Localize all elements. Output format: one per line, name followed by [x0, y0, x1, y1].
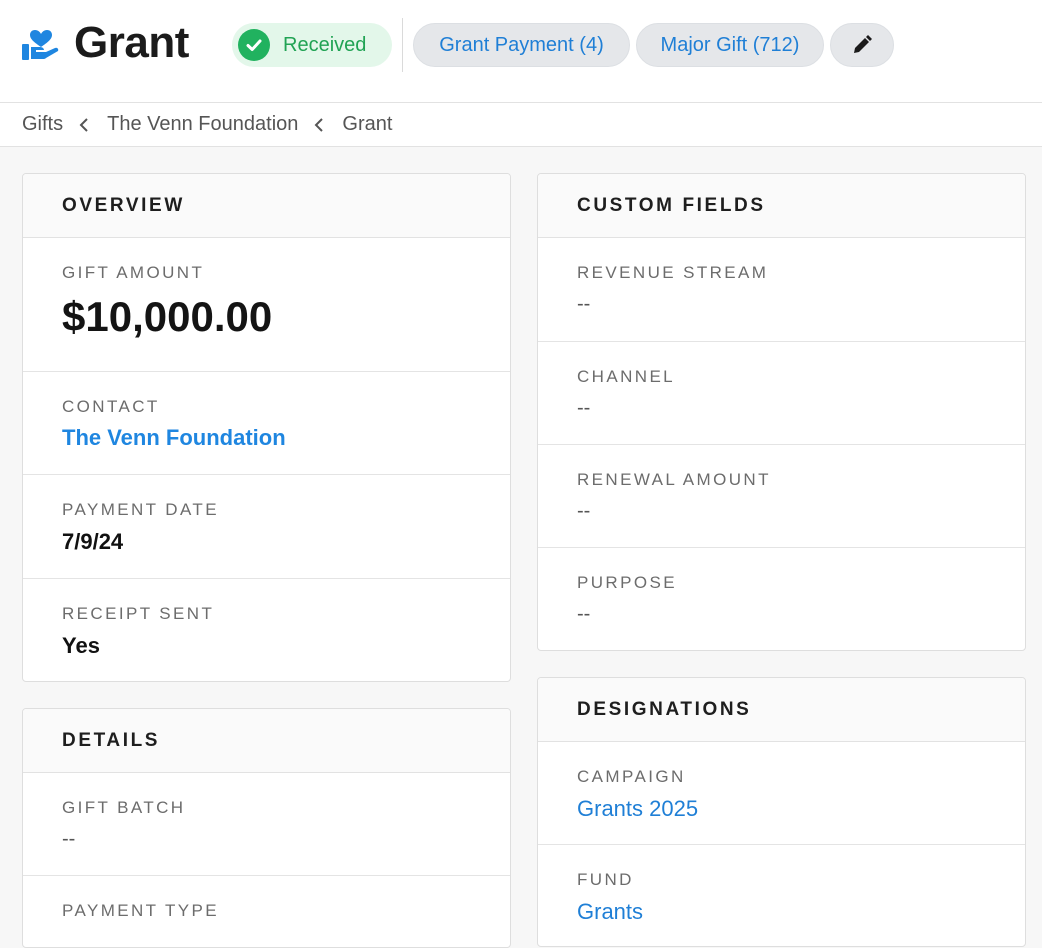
status-badge: Received	[232, 23, 392, 67]
purpose-label: PURPOSE	[577, 573, 677, 592]
custom-fields-card: CUSTOM FIELDS REVENUE STREAM -- CHANNEL …	[537, 173, 1026, 651]
channel-field: CHANNEL --	[538, 342, 1025, 445]
page-title: Grant	[74, 18, 189, 67]
details-card: DETAILS GIFT BATCH -- PAYMENT TYPE	[22, 708, 511, 948]
gift-batch-label: GIFT BATCH	[62, 798, 186, 817]
gift-amount-value: $10,000.00	[62, 293, 273, 340]
revenue-stream-field: REVENUE STREAM --	[538, 238, 1025, 342]
campaign-link[interactable]: Grants 2025	[577, 796, 1025, 822]
payment-date-field: PAYMENT DATE 7/9/24	[23, 475, 510, 579]
overview-card: OVERVIEW GIFT AMOUNT $10,000.00 CONTACT …	[22, 173, 511, 682]
channel-label: CHANNEL	[577, 367, 676, 386]
renewal-amount-field: RENEWAL AMOUNT --	[538, 445, 1025, 548]
designations-card: DESIGNATIONS CAMPAIGN Grants 2025 FUND G…	[537, 677, 1026, 947]
revenue-stream-value: --	[577, 293, 591, 315]
payment-type-label: PAYMENT TYPE	[62, 901, 219, 920]
payment-type-field: PAYMENT TYPE	[23, 876, 510, 947]
revenue-stream-label: REVENUE STREAM	[577, 263, 769, 282]
channel-value: --	[577, 397, 591, 419]
breadcrumb-gifts[interactable]: Gifts	[22, 113, 63, 136]
breadcrumb: Gifts The Venn Foundation Grant	[0, 103, 1042, 147]
chevron-left-icon	[314, 117, 326, 132]
fund-field: FUND Grants	[538, 845, 1025, 946]
gift-amount-field: GIFT AMOUNT $10,000.00	[23, 238, 510, 372]
campaign-label: CAMPAIGN	[577, 767, 686, 786]
major-gift-pill[interactable]: Major Gift (712)	[636, 23, 824, 67]
gift-batch-field: GIFT BATCH --	[23, 773, 510, 876]
details-heading: DETAILS	[23, 709, 510, 773]
check-circle-icon	[238, 29, 270, 61]
fund-link[interactable]: Grants	[577, 899, 1025, 925]
breadcrumb-venn-foundation[interactable]: The Venn Foundation	[107, 113, 298, 136]
breadcrumb-grant: Grant	[342, 113, 393, 135]
pencil-icon	[854, 35, 872, 53]
edit-button[interactable]	[830, 23, 894, 67]
page-header: Grant Received Grant Payment (4) Major G…	[0, 0, 1042, 103]
payment-date-value: 7/9/24	[62, 529, 124, 554]
status-label: Received	[283, 33, 367, 56]
gift-amount-label: GIFT AMOUNT	[62, 263, 205, 282]
renewal-amount-label: RENEWAL AMOUNT	[577, 470, 771, 489]
gift-batch-value: --	[62, 828, 76, 850]
overview-heading: OVERVIEW	[23, 174, 510, 238]
designations-heading: DESIGNATIONS	[538, 678, 1025, 742]
chevron-left-icon	[79, 117, 91, 132]
payment-date-label: PAYMENT DATE	[62, 500, 219, 519]
grant-payment-pill[interactable]: Grant Payment (4)	[413, 23, 630, 67]
purpose-value: --	[577, 603, 591, 625]
receipt-sent-field: RECEIPT SENT Yes	[23, 579, 510, 681]
receipt-sent-label: RECEIPT SENT	[62, 604, 215, 623]
hand-heart-icon	[22, 30, 59, 60]
header-divider	[402, 18, 403, 72]
renewal-amount-value: --	[577, 500, 591, 522]
contact-link[interactable]: The Venn Foundation	[62, 425, 510, 451]
receipt-sent-value: Yes	[62, 633, 100, 658]
purpose-field: PURPOSE --	[538, 548, 1025, 650]
fund-label: FUND	[577, 870, 634, 889]
custom-fields-heading: CUSTOM FIELDS	[538, 174, 1025, 238]
campaign-field: CAMPAIGN Grants 2025	[538, 742, 1025, 845]
contact-field: CONTACT The Venn Foundation	[23, 372, 510, 475]
contact-label: CONTACT	[62, 397, 160, 416]
